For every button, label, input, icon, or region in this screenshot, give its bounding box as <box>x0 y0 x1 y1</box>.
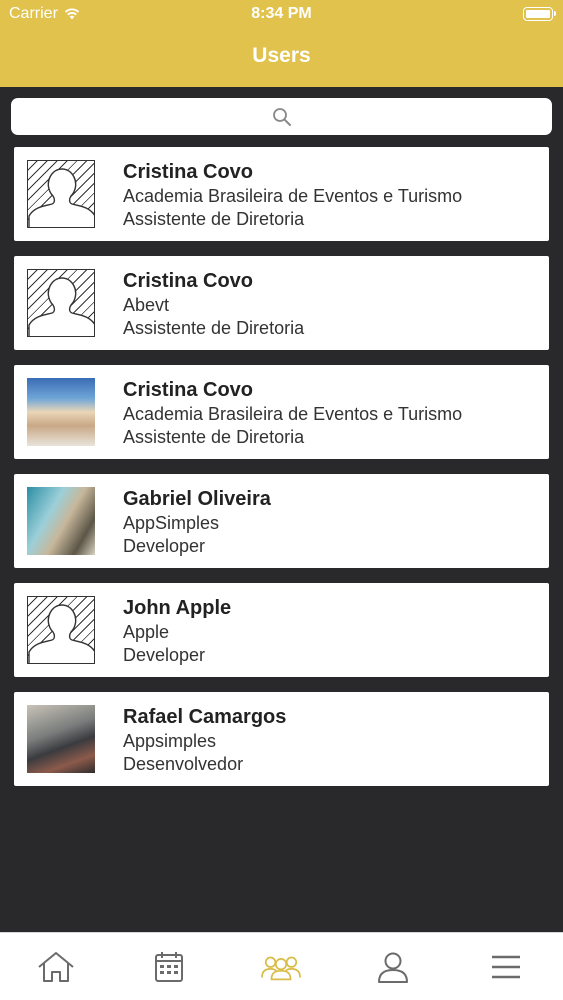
user-row[interactable]: Cristina Covo Abevt Assistente de Direto… <box>14 256 549 350</box>
page-title: Users <box>252 44 311 67</box>
tab-bar <box>0 932 563 1000</box>
avatar-photo <box>27 378 95 446</box>
profile-icon <box>378 952 408 983</box>
home-icon <box>38 952 74 982</box>
user-role: Developer <box>123 536 206 556</box>
search-bar[interactable] <box>11 98 552 135</box>
tab-home[interactable] <box>36 947 76 987</box>
user-company: Abevt <box>123 295 170 315</box>
search-icon <box>272 107 291 126</box>
user-row[interactable]: John Apple Apple Developer <box>14 583 549 677</box>
avatar-placeholder <box>27 269 95 337</box>
user-role: Assistente de Diretoria <box>123 427 305 447</box>
user-name: Cristina Covo <box>123 379 254 401</box>
user-company: Academia Brasileira de Eventos e Turismo <box>123 404 463 424</box>
user-row[interactable]: Rafael Camargos Appsimples Desenvolvedor <box>14 692 549 786</box>
tab-menu[interactable] <box>486 947 526 987</box>
tab-calendar[interactable] <box>149 947 189 987</box>
menu-icon <box>492 955 520 979</box>
calendar-icon <box>155 952 183 982</box>
user-company: Academia Brasileira de Eventos e Turismo <box>123 186 463 206</box>
user-name: Gabriel Oliveira <box>123 488 271 510</box>
user-company: Appsimples <box>123 731 217 751</box>
avatar-placeholder <box>27 160 95 228</box>
tab-profile[interactable] <box>373 947 413 987</box>
avatar-placeholder <box>27 596 95 664</box>
user-company: Apple <box>123 622 170 642</box>
user-row[interactable]: Cristina Covo Academia Brasileira de Eve… <box>14 365 549 459</box>
user-name: Rafael Camargos <box>123 706 287 728</box>
status-bar: Carrier 8:34 PM <box>0 0 563 30</box>
user-name: Cristina Covo <box>123 270 254 292</box>
user-role: Developer <box>123 645 206 665</box>
user-company: AppSimples <box>123 513 220 533</box>
user-row[interactable]: Gabriel Oliveira AppSimples Developer <box>14 474 549 568</box>
status-time: 8:34 PM <box>251 5 312 22</box>
user-name: Cristina Covo <box>123 161 254 183</box>
users-icon <box>261 956 301 981</box>
avatar-photo <box>27 705 95 773</box>
user-role: Assistente de Diretoria <box>123 318 305 338</box>
tab-users[interactable] <box>261 947 301 987</box>
navigation-header: Carrier 8:34 PM Users <box>0 0 563 87</box>
user-row[interactable]: Cristina Covo Academia Brasileira de Eve… <box>14 147 549 241</box>
user-list: Cristina Covo Academia Brasileira de Eve… <box>14 147 549 801</box>
user-name: John Apple <box>123 597 232 619</box>
avatar-photo <box>27 487 95 555</box>
user-role: Assistente de Diretoria <box>123 209 305 229</box>
battery-icon <box>523 7 556 21</box>
user-role: Desenvolvedor <box>123 754 244 774</box>
